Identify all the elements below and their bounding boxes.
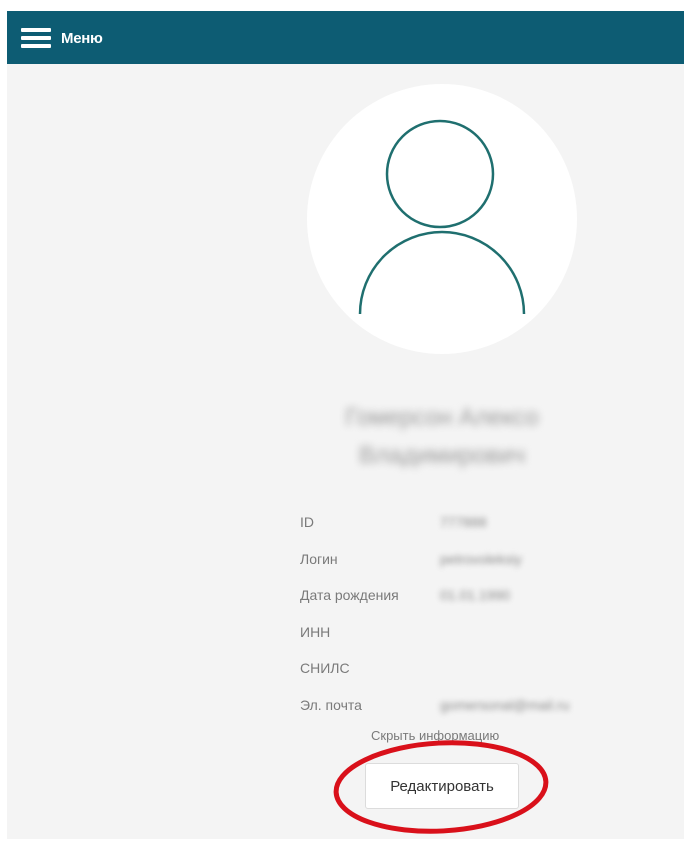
info-label: СНИЛС <box>300 660 350 676</box>
app-frame: Меню Гомерсон Алексо Владимирович ID 777… <box>7 11 684 839</box>
fullname-line-1: Гомерсон Алексо <box>345 404 539 431</box>
top-bar: Меню <box>7 11 684 64</box>
fullname-line-2: Владимирович <box>358 442 526 469</box>
info-value: petrovoleksiy <box>440 550 522 567</box>
menu-toggle-button[interactable]: Меню <box>21 23 103 53</box>
info-label: ID <box>300 514 314 530</box>
info-row-id: ID 777888 <box>300 508 620 545</box>
info-row-inn: ИНН <box>300 618 620 655</box>
info-label: Дата рождения <box>300 587 399 603</box>
info-row-snils: СНИЛС <box>300 654 620 691</box>
profile-fullname: Гомерсон Алексо Владимирович <box>312 399 572 475</box>
info-label: ИНН <box>300 623 331 640</box>
user-placeholder-icon <box>358 119 526 315</box>
hide-info-link[interactable]: Скрыть информацию <box>371 728 499 743</box>
edit-button[interactable]: Редактировать <box>365 763 519 809</box>
info-value: 777888 <box>440 514 487 530</box>
avatar <box>307 84 577 354</box>
menu-label[interactable]: Меню <box>61 30 103 47</box>
info-label: Эл. почта <box>300 696 362 713</box>
info-row-email: Эл. почта gomersonal@mail.ru <box>300 691 620 728</box>
info-row-birthdate: Дата рождения 01.01.1990 <box>300 581 620 618</box>
profile-info-list: ID 777888 Логин petrovoleksiy Дата рожде… <box>300 508 620 727</box>
info-label: Логин <box>300 550 338 567</box>
info-row-login: Логин petrovoleksiy <box>300 545 620 582</box>
info-value: gomersonal@mail.ru <box>440 696 570 713</box>
info-value: 01.01.1990 <box>440 587 511 603</box>
hamburger-icon[interactable] <box>21 26 51 50</box>
